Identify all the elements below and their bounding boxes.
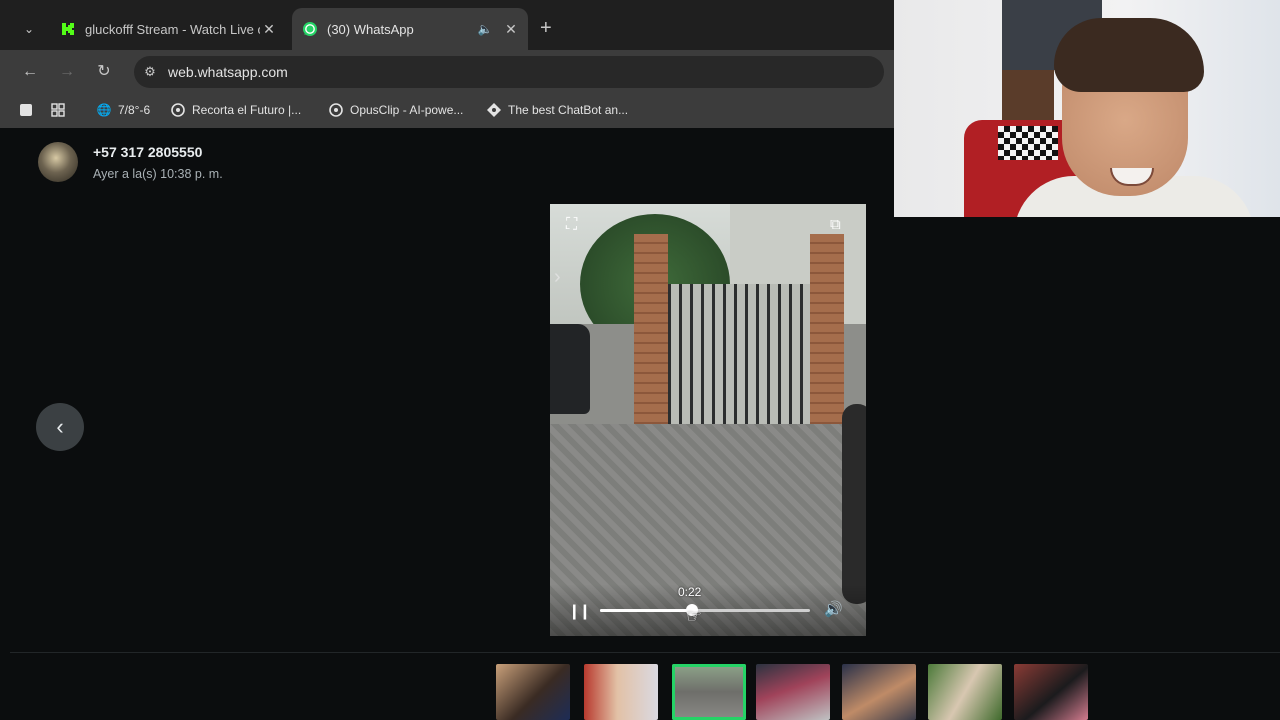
tab-gluckofff-stream[interactable]: gluckofff Stream - Watch Live o ✕	[50, 8, 286, 50]
bookmark-label: Recorta el Futuro |...	[192, 103, 302, 117]
media-thumbnail[interactable]	[1014, 664, 1088, 720]
thumbnail-divider	[10, 652, 1280, 653]
tab-title: gluckofff Stream - Watch Live o	[85, 21, 260, 37]
kick-logo-icon	[60, 21, 76, 37]
media-thumbnail[interactable]	[672, 664, 746, 720]
back-button[interactable]: ←	[20, 62, 40, 82]
bookmark-label: 7/8°-6	[118, 103, 151, 117]
bookmark-item[interactable]: OpusClip - AI-powe...	[328, 102, 463, 118]
grid-icon	[50, 102, 66, 118]
webcam-overlay	[894, 0, 1280, 217]
picture-in-picture-icon[interactable]: ⧉	[830, 216, 841, 233]
whatsapp-logo-icon	[302, 21, 318, 37]
url-text: web.whatsapp.com	[168, 64, 288, 80]
media-thumbnail[interactable]	[842, 664, 916, 720]
bookmark-label: OpusClip - AI-powe...	[350, 103, 464, 117]
bookmark-item[interactable]: Recorta el Futuro |...	[170, 102, 301, 118]
chevron-right-icon: ›	[554, 266, 561, 288]
site-settings-icon[interactable]: ⚙	[142, 64, 158, 80]
message-timestamp: Ayer a la(s) 10:38 p. m.	[93, 167, 223, 181]
tab-strip: ⌄ gluckofff Stream - Watch Live o ✕ (30)…	[0, 0, 894, 50]
video-frame-person	[842, 404, 866, 604]
bookmarks-bar: 🌐 7/8°-6 Recorta el Futuro |... OpusClip…	[0, 94, 894, 128]
arrow-left-icon: ←	[22, 63, 38, 80]
video-seek-progress	[600, 609, 693, 612]
media-thumbnail[interactable]	[928, 664, 1002, 720]
reload-button[interactable]: ↻	[94, 62, 114, 82]
opusclip-icon	[328, 102, 344, 118]
video-seek-bar[interactable]	[600, 604, 810, 616]
address-bar[interactable]: ⚙ web.whatsapp.com	[134, 56, 884, 88]
webcam-chair-pattern	[998, 126, 1058, 160]
video-frame-pillar	[810, 234, 844, 444]
opusclip-icon	[170, 102, 186, 118]
video-frame-car	[550, 324, 590, 414]
square-icon	[18, 102, 34, 118]
media-thumbnail[interactable]	[756, 664, 830, 720]
bookmark-item[interactable]: The best ChatBot an...	[486, 102, 628, 118]
fullscreen-icon[interactable]: ⛶	[566, 216, 577, 234]
bookmark-label: The best ChatBot an...	[508, 103, 629, 117]
speaker-icon[interactable]: 🔈	[476, 22, 494, 36]
globe-icon: 🌐	[96, 103, 112, 117]
hand-cursor-icon: ☞	[686, 606, 703, 626]
chatbot-icon	[486, 102, 502, 118]
sender-name: +57 317 2805550	[93, 144, 203, 160]
chevron-down-icon: ⌄	[23, 22, 35, 36]
avatar[interactable]	[38, 142, 78, 182]
new-tab-button[interactable]: +	[540, 18, 552, 38]
video-frame-gate	[668, 284, 810, 446]
browser-toolbar: ← → ↻ ⚙ web.whatsapp.com	[0, 50, 894, 94]
webcam-person-hair	[1054, 18, 1204, 92]
tab-search-dropdown[interactable]: ⌄	[16, 16, 42, 42]
close-icon[interactable]: ✕	[260, 21, 278, 38]
close-icon[interactable]: ✕	[502, 21, 520, 38]
reload-icon: ↻	[97, 63, 111, 80]
media-thumbnail[interactable]	[496, 664, 570, 720]
arrow-right-icon: →	[59, 63, 75, 80]
apps-grid-button[interactable]	[50, 102, 72, 118]
volume-icon[interactable]: 🔊	[824, 600, 843, 618]
plus-icon: +	[540, 17, 552, 39]
forward-button[interactable]: →	[57, 62, 77, 82]
video-frame-pillar	[634, 234, 668, 444]
pause-icon[interactable]: ❙❙	[568, 602, 591, 620]
media-viewer-header: +57 317 2805550 Ayer a la(s) 10:38 p. m.	[0, 128, 894, 198]
media-thumbnail[interactable]	[584, 664, 658, 720]
video-player[interactable]: ⛶ ⧉ › 0:22 ❙❙ 🔊	[550, 204, 866, 636]
tab-whatsapp[interactable]: (30) WhatsApp 🔈 ✕	[292, 8, 528, 50]
chevron-left-icon: ‹	[56, 414, 64, 439]
bookmark-app-square[interactable]	[18, 102, 40, 118]
previous-media-button[interactable]: ‹	[36, 403, 84, 451]
video-time-tooltip: 0:22	[678, 585, 702, 599]
bookmark-item[interactable]: 🌐 7/8°-6	[96, 102, 151, 118]
tab-title: (30) WhatsApp	[327, 21, 414, 37]
